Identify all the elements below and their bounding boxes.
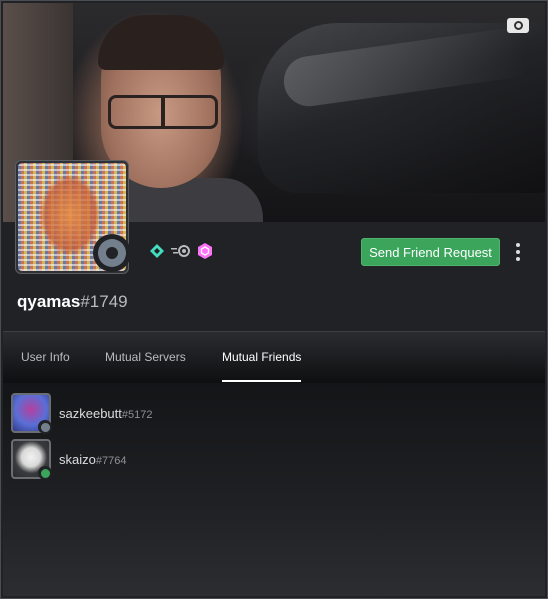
more-vertical-icon[interactable]	[511, 242, 525, 262]
online-status-icon	[38, 466, 52, 480]
list-item[interactable]: sazkeebutt#5172	[11, 391, 152, 435]
gif-icon	[507, 18, 529, 33]
offline-status-icon	[93, 234, 131, 272]
user-profile-modal: Send Friend Request qyamas#1749 User Inf…	[0, 0, 548, 599]
avatar	[11, 439, 52, 480]
friend-username: sazkeebutt	[59, 405, 122, 421]
offline-status-icon	[38, 420, 52, 434]
friend-discriminator: #7764	[95, 454, 127, 467]
tab-user-info[interactable]: User Info	[21, 332, 70, 382]
username-discriminator: #1749	[80, 292, 128, 311]
profile-avatar	[15, 160, 131, 274]
list-item[interactable]: skaizo#7764	[11, 437, 126, 481]
friend-username: skaizo	[59, 451, 96, 467]
avatar	[11, 393, 52, 434]
friend-discriminator: #5172	[121, 408, 153, 421]
friend-name: skaizo#7764	[59, 452, 126, 467]
profile-username: qyamas#1749	[17, 292, 128, 312]
tab-mutual-servers[interactable]: Mutual Servers	[105, 332, 186, 382]
username-text: qyamas	[17, 292, 81, 311]
friend-name: sazkeebutt#5172	[59, 406, 152, 421]
profile-badges	[149, 243, 213, 259]
mutual-friends-list: sazkeebutt#5172 skaizo#7764	[3, 383, 545, 596]
nitro-icon[interactable]	[171, 243, 191, 259]
server-boost-icon[interactable]	[197, 243, 213, 259]
send-friend-request-button[interactable]: Send Friend Request	[361, 238, 500, 266]
profile-tab-bar: User Info Mutual Servers Mutual Friends	[3, 331, 545, 384]
hypesquad-balance-icon[interactable]	[149, 243, 165, 259]
tab-mutual-friends[interactable]: Mutual Friends	[222, 332, 302, 382]
